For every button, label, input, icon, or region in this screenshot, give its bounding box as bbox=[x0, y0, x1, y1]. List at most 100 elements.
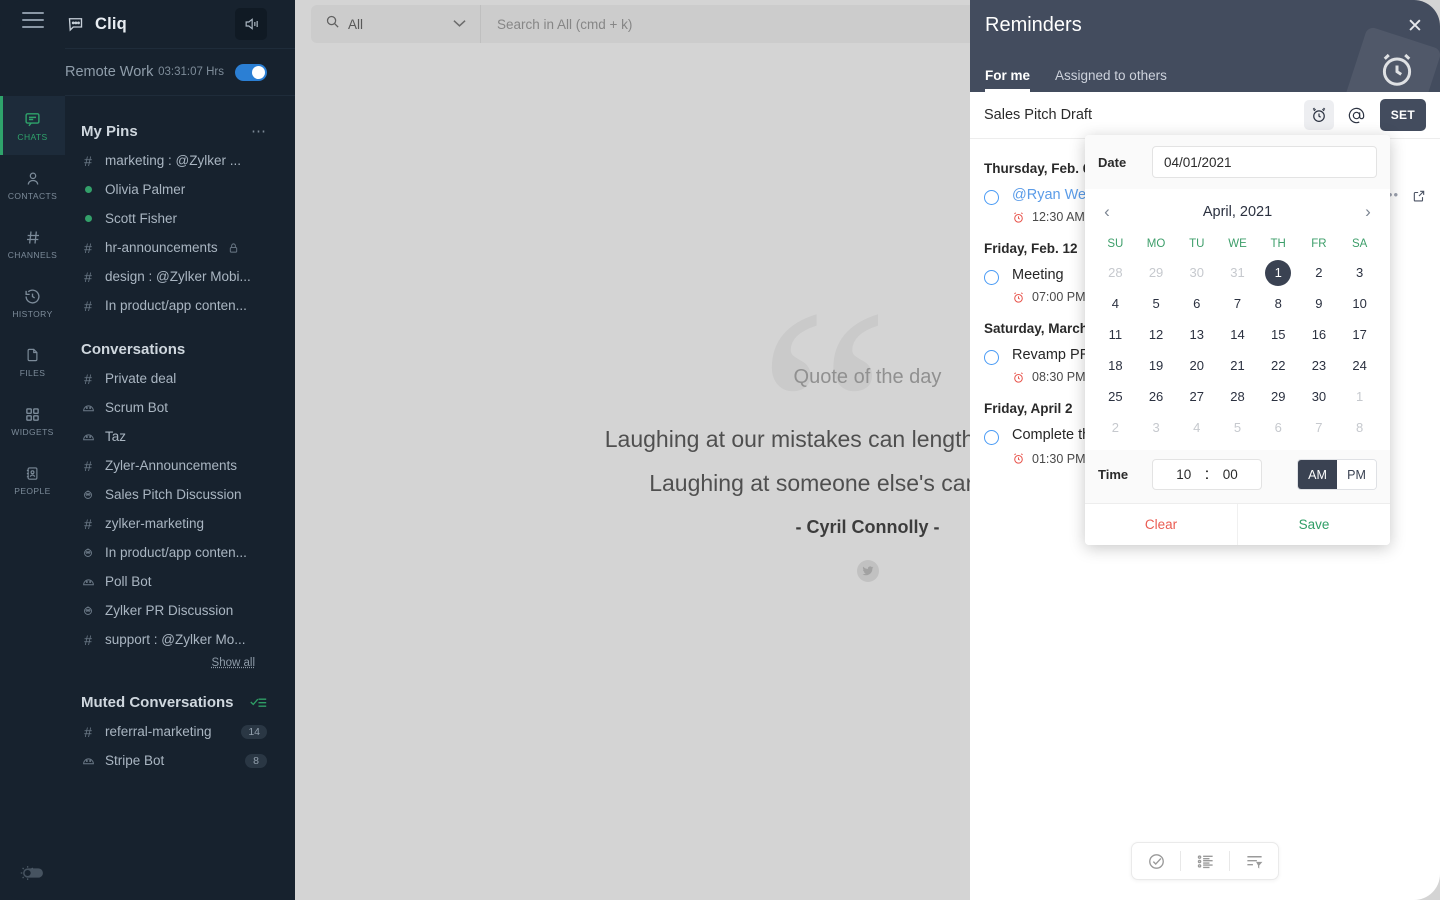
list-item[interactable]: Scrum Bot bbox=[65, 393, 295, 422]
list-item[interactable]: # support : @Zylker Mo... bbox=[65, 625, 295, 654]
list-item[interactable]: Taz bbox=[65, 422, 295, 451]
list-item[interactable]: Scott Fisher bbox=[65, 204, 295, 233]
calendar-day[interactable]: 14 bbox=[1217, 320, 1258, 351]
at-mention-icon[interactable] bbox=[1342, 100, 1372, 130]
check-circle-icon[interactable] bbox=[1132, 843, 1180, 879]
calendar-day[interactable]: 29 bbox=[1136, 258, 1177, 289]
list-item[interactable]: # zylker-marketing bbox=[65, 509, 295, 538]
list-item[interactable]: Stripe Bot 8 bbox=[65, 746, 295, 775]
sidebar-item-people[interactable]: PEOPLE bbox=[0, 450, 65, 509]
close-icon[interactable]: ✕ bbox=[1404, 15, 1426, 37]
list-item[interactable]: # design : @Zylker Mobi... bbox=[65, 262, 295, 291]
sidebar-scroll[interactable]: My Pins ⋯ # marketing : @Zylker ... Oliv… bbox=[65, 96, 295, 900]
open-external-icon[interactable] bbox=[1412, 189, 1426, 203]
hour-input[interactable] bbox=[1167, 467, 1201, 482]
save-button[interactable]: Save bbox=[1237, 504, 1390, 545]
calendar-day[interactable]: 11 bbox=[1095, 320, 1136, 351]
list-item[interactable]: # marketing : @Zylker ... bbox=[65, 146, 295, 175]
date-input[interactable] bbox=[1152, 146, 1377, 178]
todo-list-icon[interactable] bbox=[1181, 843, 1229, 879]
show-all-link[interactable]: Show all bbox=[65, 654, 295, 669]
calendar-day[interactable]: 25 bbox=[1095, 382, 1136, 413]
tab-for-me[interactable]: For me bbox=[985, 68, 1030, 92]
calendar-day[interactable]: 23 bbox=[1299, 351, 1340, 382]
am-button[interactable]: AM bbox=[1298, 460, 1337, 489]
reminder-title-input[interactable] bbox=[984, 107, 1296, 123]
dark-mode-toggle-icon[interactable] bbox=[20, 865, 46, 886]
list-item[interactable]: # In product/app conten... bbox=[65, 291, 295, 320]
calendar-day[interactable]: 16 bbox=[1299, 320, 1340, 351]
pm-button[interactable]: PM bbox=[1337, 460, 1376, 489]
calendar-day[interactable]: 5 bbox=[1217, 413, 1258, 444]
sidebar-item-widgets[interactable]: WIDGETS bbox=[0, 391, 65, 450]
calendar-day[interactable]: 30 bbox=[1299, 382, 1340, 413]
reminder-checkbox[interactable] bbox=[984, 270, 999, 285]
prev-month-icon[interactable]: ‹ bbox=[1095, 202, 1119, 222]
calendar-day[interactable]: 27 bbox=[1176, 382, 1217, 413]
calendar-day[interactable]: 22 bbox=[1258, 351, 1299, 382]
minute-input[interactable] bbox=[1213, 467, 1247, 482]
list-item[interactable]: In product/app conten... bbox=[65, 538, 295, 567]
calendar-day[interactable]: 7 bbox=[1217, 289, 1258, 320]
calendar-day[interactable]: 3 bbox=[1339, 258, 1380, 289]
sidebar-item-contacts[interactable]: CONTACTS bbox=[0, 155, 65, 214]
calendar-day[interactable]: 3 bbox=[1136, 413, 1177, 444]
reminder-checkbox[interactable] bbox=[984, 430, 999, 445]
calendar-day[interactable]: 8 bbox=[1258, 289, 1299, 320]
sidebar-item-files[interactable]: FILES bbox=[0, 332, 65, 391]
calendar-day[interactable]: 28 bbox=[1095, 258, 1136, 289]
calendar-day[interactable]: 7 bbox=[1299, 413, 1340, 444]
calendar-day[interactable]: 1 bbox=[1339, 382, 1380, 413]
calendar-day[interactable]: 24 bbox=[1339, 351, 1380, 382]
calendar-day[interactable]: 4 bbox=[1095, 289, 1136, 320]
calendar-day[interactable]: 26 bbox=[1136, 382, 1177, 413]
next-month-icon[interactable]: › bbox=[1356, 202, 1380, 222]
list-item[interactable]: # Private deal bbox=[65, 364, 295, 393]
hamburger-icon[interactable] bbox=[22, 12, 44, 33]
calendar-day[interactable]: 29 bbox=[1258, 382, 1299, 413]
calendar-day[interactable]: 5 bbox=[1136, 289, 1177, 320]
set-reminder-button[interactable]: SET bbox=[1380, 99, 1426, 131]
sidebar-item-history[interactable]: HISTORY bbox=[0, 273, 65, 332]
clear-button[interactable]: Clear bbox=[1085, 504, 1237, 545]
mark-all-read-icon[interactable] bbox=[250, 695, 267, 709]
calendar-day[interactable]: 6 bbox=[1258, 413, 1299, 444]
list-item[interactable]: Olivia Palmer bbox=[65, 175, 295, 204]
calendar-day[interactable]: 10 bbox=[1339, 289, 1380, 320]
list-item[interactable]: # referral-marketing 14 bbox=[65, 717, 295, 746]
list-item[interactable]: Zylker PR Discussion bbox=[65, 596, 295, 625]
list-item[interactable]: # Zyler-Announcements bbox=[65, 451, 295, 480]
more-options-icon[interactable]: ⋯ bbox=[251, 122, 267, 140]
sidebar-item-channels[interactable]: CHANNELS bbox=[0, 214, 65, 273]
calendar-day[interactable]: 20 bbox=[1176, 351, 1217, 382]
calendar-day[interactable]: 12 bbox=[1136, 320, 1177, 351]
list-item[interactable]: # hr-announcements bbox=[65, 233, 295, 262]
calendar-day[interactable]: 15 bbox=[1258, 320, 1299, 351]
calendar-day[interactable]: 9 bbox=[1299, 289, 1340, 320]
calendar-day[interactable]: 2 bbox=[1299, 258, 1340, 289]
calendar-day[interactable]: 21 bbox=[1217, 351, 1258, 382]
speaker-icon[interactable] bbox=[235, 8, 267, 40]
calendar-day[interactable]: 8 bbox=[1339, 413, 1380, 444]
reminder-checkbox[interactable] bbox=[984, 190, 999, 205]
status-toggle[interactable] bbox=[235, 64, 267, 81]
calendar-day[interactable]: 4 bbox=[1176, 413, 1217, 444]
reminder-checkbox[interactable] bbox=[984, 350, 999, 365]
calendar-day[interactable]: 19 bbox=[1136, 351, 1177, 382]
filter-icon[interactable] bbox=[1230, 843, 1278, 879]
calendar-day[interactable]: 2 bbox=[1095, 413, 1136, 444]
list-item[interactable]: Sales Pitch Discussion bbox=[65, 480, 295, 509]
calendar-day[interactable]: 30 bbox=[1176, 258, 1217, 289]
calendar-day[interactable]: 13 bbox=[1176, 320, 1217, 351]
sidebar-item-chats[interactable]: CHATS bbox=[0, 96, 65, 155]
calendar-day[interactable]: 17 bbox=[1339, 320, 1380, 351]
calendar-day[interactable]: 31 bbox=[1217, 258, 1258, 289]
calendar-day[interactable]: 28 bbox=[1217, 382, 1258, 413]
calendar-day[interactable]: 18 bbox=[1095, 351, 1136, 382]
alarm-clock-icon[interactable] bbox=[1304, 100, 1334, 130]
tab-assigned-to-others[interactable]: Assigned to others bbox=[1055, 68, 1167, 92]
calendar-day[interactable]: 1 bbox=[1258, 258, 1299, 289]
list-item[interactable]: Poll Bot bbox=[65, 567, 295, 596]
calendar-month-title[interactable]: April, 2021 bbox=[1119, 204, 1356, 220]
calendar-day[interactable]: 6 bbox=[1176, 289, 1217, 320]
